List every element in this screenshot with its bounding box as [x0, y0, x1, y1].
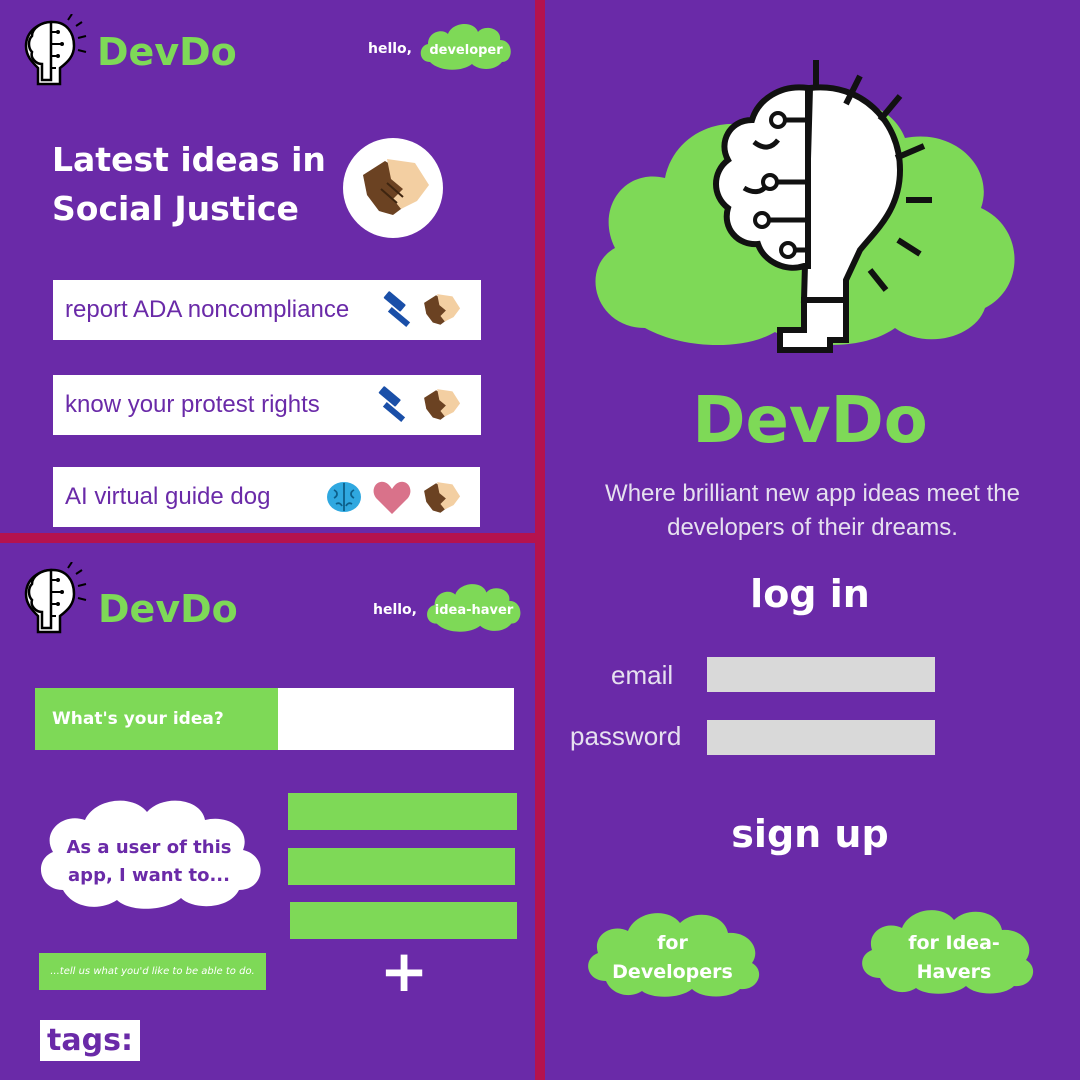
hint-bar: ...tell us what you'd like to be able to… [39, 953, 266, 990]
handshake-icon [424, 294, 461, 325]
handshake-icon [424, 482, 461, 513]
user-story-field[interactable] [288, 793, 517, 830]
user-story-field[interactable] [288, 848, 515, 885]
idea-title: report ADA noncompliance [65, 296, 350, 323]
idea-card[interactable]: AI virtual guide dog [53, 467, 480, 527]
gavel-icon [378, 386, 406, 423]
idea-title-input[interactable] [278, 688, 514, 750]
add-button[interactable]: + [376, 938, 432, 1004]
email-label: email [611, 660, 674, 690]
gavel-icon [383, 291, 411, 328]
login-title: log in [750, 572, 870, 616]
idea-card[interactable]: know your protest rights [53, 375, 481, 435]
signup-developers-button[interactable]: for Developers [605, 929, 740, 987]
greeting-text: hello, [368, 41, 412, 57]
brain-icon [327, 482, 361, 512]
handshake-icon [363, 159, 429, 215]
tags-label: tags: [40, 1020, 140, 1061]
password-label: password [570, 721, 682, 751]
email-input[interactable] [707, 657, 935, 692]
handshake-icon [424, 389, 461, 420]
idea-title: AI virtual guide dog [65, 483, 271, 510]
brain-bulb-logo-icon [24, 562, 87, 634]
brand-logo-text: DevDo [98, 587, 238, 631]
brand-logo-text: DevDo [97, 30, 237, 74]
user-story-prompt: As a user of this app, I want to... [66, 837, 232, 886]
idea-title: know your protest rights [65, 391, 320, 418]
idea-prompt-label: What's your idea? [35, 688, 278, 750]
section-heading-line1: Latest ideas in [52, 140, 326, 179]
horizontal-divider [0, 533, 540, 543]
section-heading-line2: Social Justice [52, 189, 299, 228]
hint-text: ...tell us what you'd like to be able to… [50, 966, 255, 977]
role-badge-label[interactable]: developer [416, 43, 516, 58]
signup-title: sign up [731, 812, 889, 856]
signup-idea-havers-button[interactable]: for Idea-Havers [894, 929, 1014, 987]
password-input[interactable] [707, 720, 935, 755]
heart-icon [373, 481, 411, 514]
tagline: Where brilliant new app ideas meet the d… [605, 480, 1020, 541]
brain-bulb-logo-icon [24, 14, 87, 86]
brain-bulb-hero-icon [713, 60, 932, 353]
hero-brand-title: DevDo [692, 384, 928, 458]
greeting-text: hello, [373, 602, 417, 618]
user-story-field[interactable] [290, 902, 517, 939]
role-badge-label[interactable]: idea-haver [422, 603, 526, 618]
